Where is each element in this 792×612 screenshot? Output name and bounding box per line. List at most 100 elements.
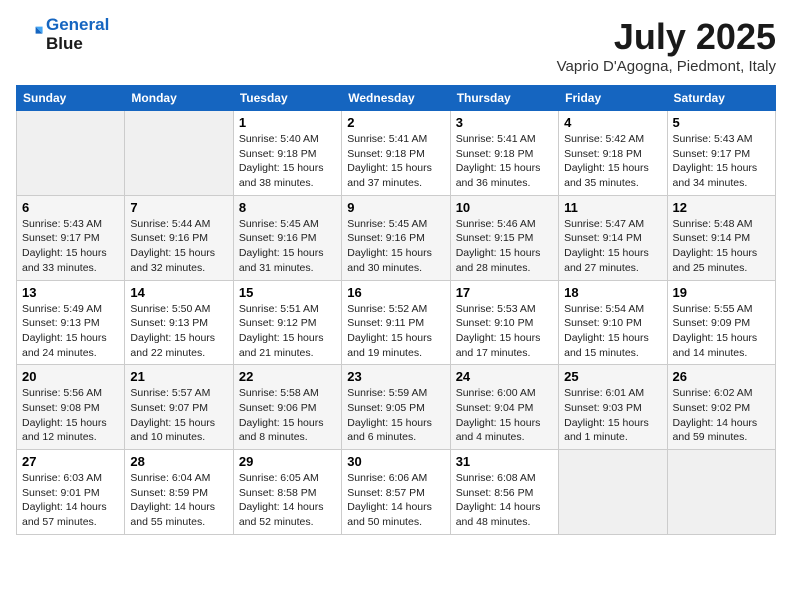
day-info: Sunrise: 5:43 AMSunset: 9:17 PMDaylight:… [673, 132, 770, 191]
day-number: 20 [22, 369, 119, 384]
day-info: Sunrise: 6:01 AMSunset: 9:03 PMDaylight:… [564, 386, 661, 445]
day-info: Sunrise: 5:59 AMSunset: 9:05 PMDaylight:… [347, 386, 444, 445]
calendar-cell: 28 Sunrise: 6:04 AMSunset: 8:59 PMDayligh… [125, 450, 233, 535]
calendar-cell: 7 Sunrise: 5:44 AMSunset: 9:16 PMDaylight… [125, 195, 233, 280]
calendar-cell: 9 Sunrise: 5:45 AMSunset: 9:16 PMDaylight… [342, 195, 450, 280]
day-number: 12 [673, 200, 770, 215]
calendar-cell: 17 Sunrise: 5:53 AMSunset: 9:10 PMDayligh… [450, 280, 558, 365]
day-number: 28 [130, 454, 227, 469]
day-number: 6 [22, 200, 119, 215]
month-title: July 2025 [557, 16, 776, 58]
day-number: 8 [239, 200, 336, 215]
day-of-week-header: Sunday [17, 86, 125, 111]
day-info: Sunrise: 5:41 AMSunset: 9:18 PMDaylight:… [456, 132, 553, 191]
calendar-cell: 3 Sunrise: 5:41 AMSunset: 9:18 PMDaylight… [450, 111, 558, 196]
day-info: Sunrise: 5:45 AMSunset: 9:16 PMDaylight:… [239, 217, 336, 276]
calendar-cell: 13 Sunrise: 5:49 AMSunset: 9:13 PMDayligh… [17, 280, 125, 365]
day-info: Sunrise: 5:46 AMSunset: 9:15 PMDaylight:… [456, 217, 553, 276]
day-info: Sunrise: 5:56 AMSunset: 9:08 PMDaylight:… [22, 386, 119, 445]
day-of-week-header: Thursday [450, 86, 558, 111]
day-number: 17 [456, 285, 553, 300]
day-number: 1 [239, 115, 336, 130]
day-info: Sunrise: 5:42 AMSunset: 9:18 PMDaylight:… [564, 132, 661, 191]
calendar-cell: 29Sunrise: 6:05 AMSunset: 8:58 PMDayligh… [233, 450, 341, 535]
day-info: Sunrise: 6:03 AMSunset: 9:01 PMDaylight:… [22, 471, 119, 530]
day-number: 30 [347, 454, 444, 469]
day-info: Sunrise: 5:51 AMSunset: 9:12 PMDaylight:… [239, 302, 336, 361]
day-info: Sunrise: 5:44 AMSunset: 9:16 PMDaylight:… [130, 217, 227, 276]
day-of-week-header: Monday [125, 86, 233, 111]
calendar-cell: 27 Sunrise: 6:03 AMSunset: 9:01 PMDayligh… [17, 450, 125, 535]
day-number: 25 [564, 369, 661, 384]
day-info: Sunrise: 5:48 AMSunset: 9:14 PMDaylight:… [673, 217, 770, 276]
logo-icon [16, 21, 44, 49]
day-info: Sunrise: 6:06 AMSunset: 8:57 PMDaylight:… [347, 471, 444, 530]
calendar-cell: 4 Sunrise: 5:42 AMSunset: 9:18 PMDaylight… [559, 111, 667, 196]
calendar-cell: 2 Sunrise: 5:41 AMSunset: 9:18 PMDaylight… [342, 111, 450, 196]
day-info: Sunrise: 6:05 AMSunset: 8:58 PMDaylight:… [239, 471, 336, 530]
day-number: 19 [673, 285, 770, 300]
calendar-cell: 16Sunrise: 5:52 AMSunset: 9:11 PMDayligh… [342, 280, 450, 365]
day-of-week-header: Wednesday [342, 86, 450, 111]
day-number: 4 [564, 115, 661, 130]
calendar-cell: 20 Sunrise: 5:56 AMSunset: 9:08 PMDayligh… [17, 365, 125, 450]
day-number: 18 [564, 285, 661, 300]
day-number: 7 [130, 200, 227, 215]
calendar-cell: 6 Sunrise: 5:43 AMSunset: 9:17 PMDaylight… [17, 195, 125, 280]
calendar-cell: 24Sunrise: 6:00 AMSunset: 9:04 PMDayligh… [450, 365, 558, 450]
calendar-cell: 21Sunrise: 5:57 AMSunset: 9:07 PMDayligh… [125, 365, 233, 450]
calendar-cell: 1Sunrise: 5:40 AMSunset: 9:18 PMDaylight… [233, 111, 341, 196]
day-info: Sunrise: 5:58 AMSunset: 9:06 PMDaylight:… [239, 386, 336, 445]
logo-text: General [46, 16, 109, 35]
day-number: 9 [347, 200, 444, 215]
calendar-cell [667, 450, 775, 535]
calendar-cell: 8 Sunrise: 5:45 AMSunset: 9:16 PMDaylight… [233, 195, 341, 280]
calendar-cell: 25 Sunrise: 6:01 AMSunset: 9:03 PMDayligh… [559, 365, 667, 450]
calendar-cell: 5 Sunrise: 5:43 AMSunset: 9:17 PMDaylight… [667, 111, 775, 196]
calendar-cell: 15Sunrise: 5:51 AMSunset: 9:12 PMDayligh… [233, 280, 341, 365]
calendar-week-row: 13 Sunrise: 5:49 AMSunset: 9:13 PMDayligh… [17, 280, 776, 365]
calendar-cell [17, 111, 125, 196]
day-info: Sunrise: 5:45 AMSunset: 9:16 PMDaylight:… [347, 217, 444, 276]
day-info: Sunrise: 5:54 AMSunset: 9:10 PMDaylight:… [564, 302, 661, 361]
calendar-cell: 30 Sunrise: 6:06 AMSunset: 8:57 PMDayligh… [342, 450, 450, 535]
calendar-cell: 12 Sunrise: 5:48 AMSunset: 9:14 PMDayligh… [667, 195, 775, 280]
calendar-cell: 26Sunrise: 6:02 AMSunset: 9:02 PMDayligh… [667, 365, 775, 450]
calendar-cell: 10 Sunrise: 5:46 AMSunset: 9:15 PMDayligh… [450, 195, 558, 280]
day-number: 16 [347, 285, 444, 300]
day-number: 11 [564, 200, 661, 215]
calendar-week-row: 27 Sunrise: 6:03 AMSunset: 9:01 PMDayligh… [17, 450, 776, 535]
day-info: Sunrise: 5:41 AMSunset: 9:18 PMDaylight:… [347, 132, 444, 191]
day-number: 2 [347, 115, 444, 130]
day-number: 10 [456, 200, 553, 215]
calendar-cell: 19 Sunrise: 5:55 AMSunset: 9:09 PMDayligh… [667, 280, 775, 365]
day-number: 27 [22, 454, 119, 469]
calendar-week-row: 6 Sunrise: 5:43 AMSunset: 9:17 PMDaylight… [17, 195, 776, 280]
day-number: 26 [673, 369, 770, 384]
location: Vaprio D'Agogna, Piedmont, Italy [557, 58, 776, 75]
day-info: Sunrise: 5:49 AMSunset: 9:13 PMDaylight:… [22, 302, 119, 361]
day-number: 13 [22, 285, 119, 300]
day-number: 3 [456, 115, 553, 130]
day-of-week-header: Tuesday [233, 86, 341, 111]
day-info: Sunrise: 5:50 AMSunset: 9:13 PMDaylight:… [130, 302, 227, 361]
day-of-week-header: Friday [559, 86, 667, 111]
day-info: Sunrise: 5:57 AMSunset: 9:07 PMDaylight:… [130, 386, 227, 445]
day-info: Sunrise: 6:08 AMSunset: 8:56 PMDaylight:… [456, 471, 553, 530]
page-header: General Blue July 2025 Vaprio D'Agogna, … [16, 16, 776, 75]
day-number: 14 [130, 285, 227, 300]
header-row: SundayMondayTuesdayWednesdayThursdayFrid… [17, 86, 776, 111]
day-number: 23 [347, 369, 444, 384]
day-info: Sunrise: 6:04 AMSunset: 8:59 PMDaylight:… [130, 471, 227, 530]
day-number: 5 [673, 115, 770, 130]
day-info: Sunrise: 5:47 AMSunset: 9:14 PMDaylight:… [564, 217, 661, 276]
calendar-cell [125, 111, 233, 196]
day-info: Sunrise: 5:55 AMSunset: 9:09 PMDaylight:… [673, 302, 770, 361]
calendar-table: SundayMondayTuesdayWednesdayThursdayFrid… [16, 85, 776, 535]
logo: General Blue [16, 16, 109, 53]
title-block: July 2025 Vaprio D'Agogna, Piedmont, Ita… [557, 16, 776, 75]
day-number: 22 [239, 369, 336, 384]
day-info: Sunrise: 5:43 AMSunset: 9:17 PMDaylight:… [22, 217, 119, 276]
day-info: Sunrise: 5:53 AMSunset: 9:10 PMDaylight:… [456, 302, 553, 361]
calendar-cell: 11 Sunrise: 5:47 AMSunset: 9:14 PMDayligh… [559, 195, 667, 280]
